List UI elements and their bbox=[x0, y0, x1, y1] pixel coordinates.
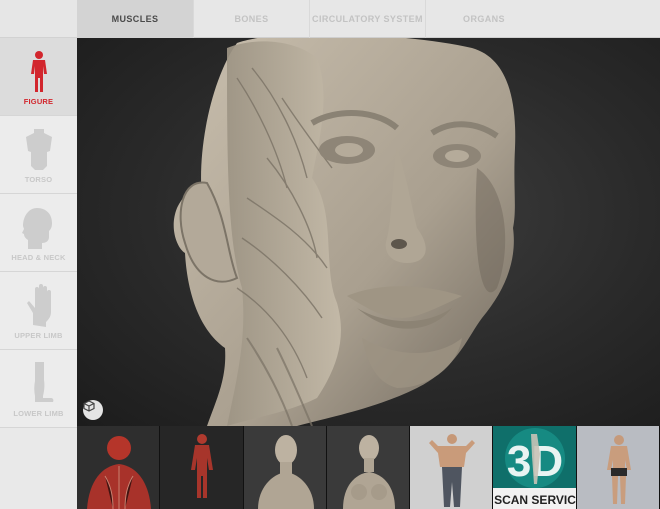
female-bust-icon bbox=[326, 426, 410, 509]
male-bust-icon bbox=[243, 426, 326, 509]
view-cube-button[interactable] bbox=[83, 400, 103, 420]
muscle-figure-full-thumb[interactable] bbox=[160, 426, 244, 509]
tab-bones[interactable]: BONES bbox=[194, 0, 310, 38]
sidebar-item-label: HEAD & NECK bbox=[11, 253, 66, 262]
region-tabbar: MUSCLES BONES CIRCULATORY SYSTEM ORGANS bbox=[77, 0, 660, 38]
sidebar-item-label: FIGURE bbox=[23, 97, 54, 106]
3d-scan-service-thumb[interactable]: 3D SCAN SERVIC bbox=[493, 426, 577, 509]
region-3d-viewport[interactable] bbox=[77, 38, 660, 426]
sidebar-item-lower-limb[interactable]: LOWER LIMB bbox=[0, 350, 77, 428]
male-bust-thumb[interactable] bbox=[243, 426, 327, 509]
view-cube-icon bbox=[83, 400, 95, 412]
sidebar-item-upper-limb[interactable]: UPPER LIMB bbox=[0, 272, 77, 350]
male-figure-thumb[interactable] bbox=[410, 426, 494, 509]
region-sidebar: FIGURE TORSO HEAD & NECK UPPER LIMB LOWE… bbox=[0, 0, 77, 509]
head-profile-icon bbox=[21, 208, 52, 249]
muscle-bust-icon bbox=[77, 426, 160, 509]
anatomy-head-model[interactable] bbox=[77, 38, 660, 426]
hand-icon bbox=[26, 284, 51, 327]
male-figure-icon bbox=[410, 426, 493, 509]
sidebar-item-label: LOWER LIMB bbox=[13, 409, 64, 418]
torso-icon bbox=[25, 129, 52, 170]
sidebar-item-figure[interactable]: FIGURE bbox=[0, 38, 77, 116]
underwear-figure-thumb[interactable] bbox=[576, 426, 660, 509]
sidebar-item-torso[interactable]: TORSO bbox=[0, 116, 77, 194]
sidebar-cap bbox=[0, 0, 77, 38]
tab-organs[interactable]: ORGANS bbox=[426, 0, 542, 38]
region-thumbnail-strip: 3D SCAN SERVIC bbox=[77, 426, 660, 509]
muscle-figure-bust-thumb[interactable] bbox=[77, 426, 161, 509]
tab-circulatory-system[interactable]: CIRCULATORY SYSTEM bbox=[310, 0, 426, 38]
sidebar-item-head-neck[interactable]: HEAD & NECK bbox=[0, 194, 77, 272]
standing-figure-icon bbox=[576, 426, 659, 509]
scan-logo-icon: 3D SCAN SERVIC bbox=[493, 426, 576, 509]
full-body-icon bbox=[30, 51, 47, 92]
female-bust-thumb[interactable] bbox=[326, 426, 411, 509]
sidebar-item-label: TORSO bbox=[24, 175, 53, 184]
sidebar-item-label: UPPER LIMB bbox=[14, 331, 63, 340]
scan-logo-small-text: SCAN SERVIC bbox=[495, 493, 577, 507]
leg-icon bbox=[33, 362, 53, 402]
tab-muscles[interactable]: MUSCLES bbox=[77, 0, 194, 38]
muscle-figure-icon bbox=[160, 426, 243, 509]
